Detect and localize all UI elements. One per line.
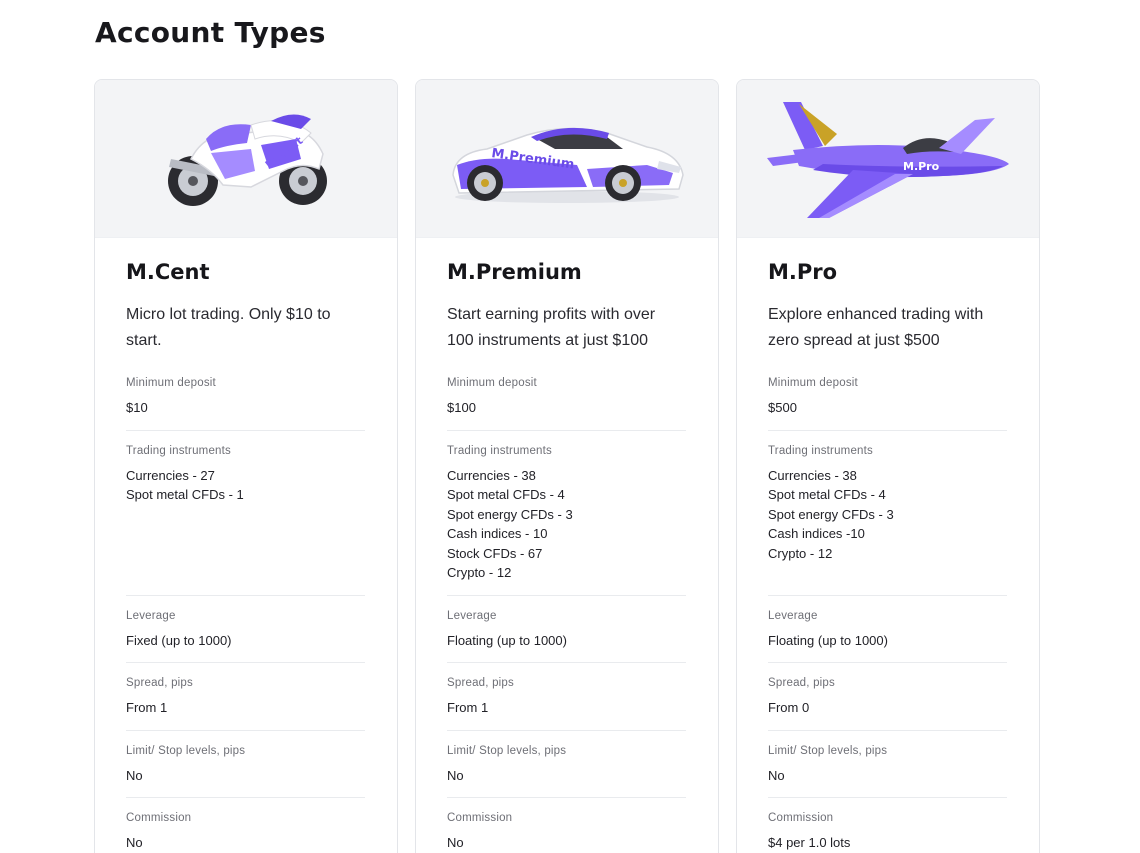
card-description: Start earning profits with over 100 inst…: [447, 306, 656, 349]
instrument-item: Crypto - 12: [768, 545, 833, 561]
motorcycle-icon: M.Cent: [168, 113, 327, 206]
spec-label: Minimum deposit: [768, 377, 858, 389]
spec-value: From 0: [768, 700, 810, 715]
spec-label: Commission: [768, 812, 834, 824]
spec-limit-stop-levels: Limit/ Stop levels, pips No: [126, 731, 365, 798]
spec-label: Trading instruments: [126, 444, 231, 457]
account-card-mpremium[interactable]: M.Premium M.Premium Start earning profit…: [415, 79, 719, 853]
spec-trading-instruments: Trading instruments Currencies - 38 Spot…: [768, 431, 1007, 596]
spec-value: $500: [768, 400, 797, 415]
spec-value: From 1: [447, 700, 489, 715]
page-title: Account Types: [95, 16, 326, 49]
instrument-item: Stock CFDs - 67: [447, 545, 543, 561]
card-title: M.Pro: [768, 260, 838, 284]
spec-value: No: [447, 835, 464, 850]
spec-value: No: [126, 835, 143, 850]
spec-value: No: [126, 767, 143, 783]
spec-value: No: [768, 767, 785, 783]
instrument-item: Spot energy CFDs - 3: [447, 506, 573, 522]
spec-label: Minimum deposit: [447, 377, 537, 389]
spec-spread: Spread, pips From 0: [768, 663, 1007, 731]
spec-value: $100: [447, 400, 476, 415]
instrument-item: Crypto - 12: [447, 565, 512, 580]
spec-limit-stop-levels: Limit/ Stop levels, pips No: [768, 731, 1007, 798]
spec-label: Limit/ Stop levels, pips: [126, 744, 246, 757]
spec-minimum-deposit: Minimum deposit $100: [447, 375, 686, 431]
spec-label: Commission: [447, 812, 513, 824]
spec-trading-instruments: Trading instruments Currencies - 27 Spot…: [126, 431, 365, 596]
spec-label: Commission: [126, 812, 192, 824]
instrument-item: Spot energy CFDs - 3: [768, 506, 894, 522]
card-image: M.Premium: [416, 80, 718, 238]
spec-minimum-deposit: Minimum deposit $10: [126, 375, 365, 431]
instrument-item: Spot metal CFDs - 4: [768, 487, 886, 502]
spec-minimum-deposit: Minimum deposit $500: [768, 375, 1007, 431]
instruments-list: Currencies - 38 Spot metal CFDs - 4 Spot…: [447, 466, 686, 583]
svg-text:M.Pro: M.Pro: [903, 160, 940, 173]
instrument-item: Cash indices -10: [768, 526, 865, 541]
spec-label: Spread, pips: [126, 677, 193, 689]
card-title: M.Premium: [447, 260, 582, 284]
spec-leverage: Leverage Floating (up to 1000): [768, 596, 1007, 663]
card-image: M.Cent: [95, 80, 397, 238]
account-card-mcent[interactable]: M.Cent M.Cent Micro lot trading. Only $1…: [94, 79, 398, 853]
spec-value: No: [447, 767, 464, 783]
account-cards: M.Cent M.Cent Micro lot trading. Only $1…: [94, 79, 1040, 853]
spec-label: Spread, pips: [447, 677, 514, 689]
spec-label: Limit/ Stop levels, pips: [447, 744, 567, 757]
card-description: Explore enhanced trading with zero sprea…: [768, 306, 984, 349]
spec-label: Leverage: [768, 609, 818, 622]
jet-plane-icon: M.Pro: [767, 101, 1009, 218]
instrument-item: Currencies - 38: [447, 467, 536, 483]
card-description: Micro lot trading. Only $10 to start.: [126, 306, 331, 349]
instrument-item: Cash indices - 10: [447, 526, 548, 541]
card-title: M.Cent: [126, 260, 210, 284]
instruments-list: Currencies - 38 Spot metal CFDs - 4 Spot…: [768, 466, 1007, 583]
spec-value: Floating (up to 1000): [447, 632, 567, 648]
instrument-item: Spot metal CFDs - 4: [447, 487, 565, 502]
spec-commission: Commission No: [126, 798, 365, 853]
instrument-item: Currencies - 38: [768, 467, 857, 483]
card-image: M.Pro: [737, 80, 1039, 238]
spec-label: Leverage: [447, 609, 497, 622]
spec-spread: Spread, pips From 1: [447, 663, 686, 731]
spec-value: $10: [126, 400, 148, 415]
spec-label: Leverage: [126, 609, 176, 622]
account-types-page: Account Types M.Cent M.Cent Micro lot tr…: [0, 0, 1140, 853]
instrument-item: Spot metal CFDs - 1: [126, 487, 244, 502]
spec-leverage: Leverage Fixed (up to 1000): [126, 596, 365, 663]
spec-label: Limit/ Stop levels, pips: [768, 744, 888, 757]
spec-commission: Commission $4 per 1.0 lots: [768, 798, 1007, 853]
spec-spread: Spread, pips From 1: [126, 663, 365, 731]
spec-commission: Commission No: [447, 798, 686, 853]
spec-value: $4 per 1.0 lots: [768, 835, 851, 850]
account-card-mpro[interactable]: M.Pro M.Pro Explore enhanced trading wit…: [736, 79, 1040, 853]
sports-car-icon: M.Premium: [452, 127, 684, 203]
spec-value: Fixed (up to 1000): [126, 632, 232, 648]
spec-label: Trading instruments: [447, 444, 552, 457]
spec-value: Floating (up to 1000): [768, 632, 888, 648]
spec-label: Trading instruments: [768, 444, 873, 457]
spec-trading-instruments: Trading instruments Currencies - 38 Spot…: [447, 431, 686, 596]
instrument-item: Currencies - 27: [126, 467, 215, 483]
spec-leverage: Leverage Floating (up to 1000): [447, 596, 686, 663]
spec-value: From 1: [126, 700, 168, 715]
instruments-list: Currencies - 27 Spot metal CFDs - 1: [126, 466, 365, 583]
spec-label: Minimum deposit: [126, 377, 216, 389]
spec-limit-stop-levels: Limit/ Stop levels, pips No: [447, 731, 686, 798]
spec-label: Spread, pips: [768, 677, 835, 689]
